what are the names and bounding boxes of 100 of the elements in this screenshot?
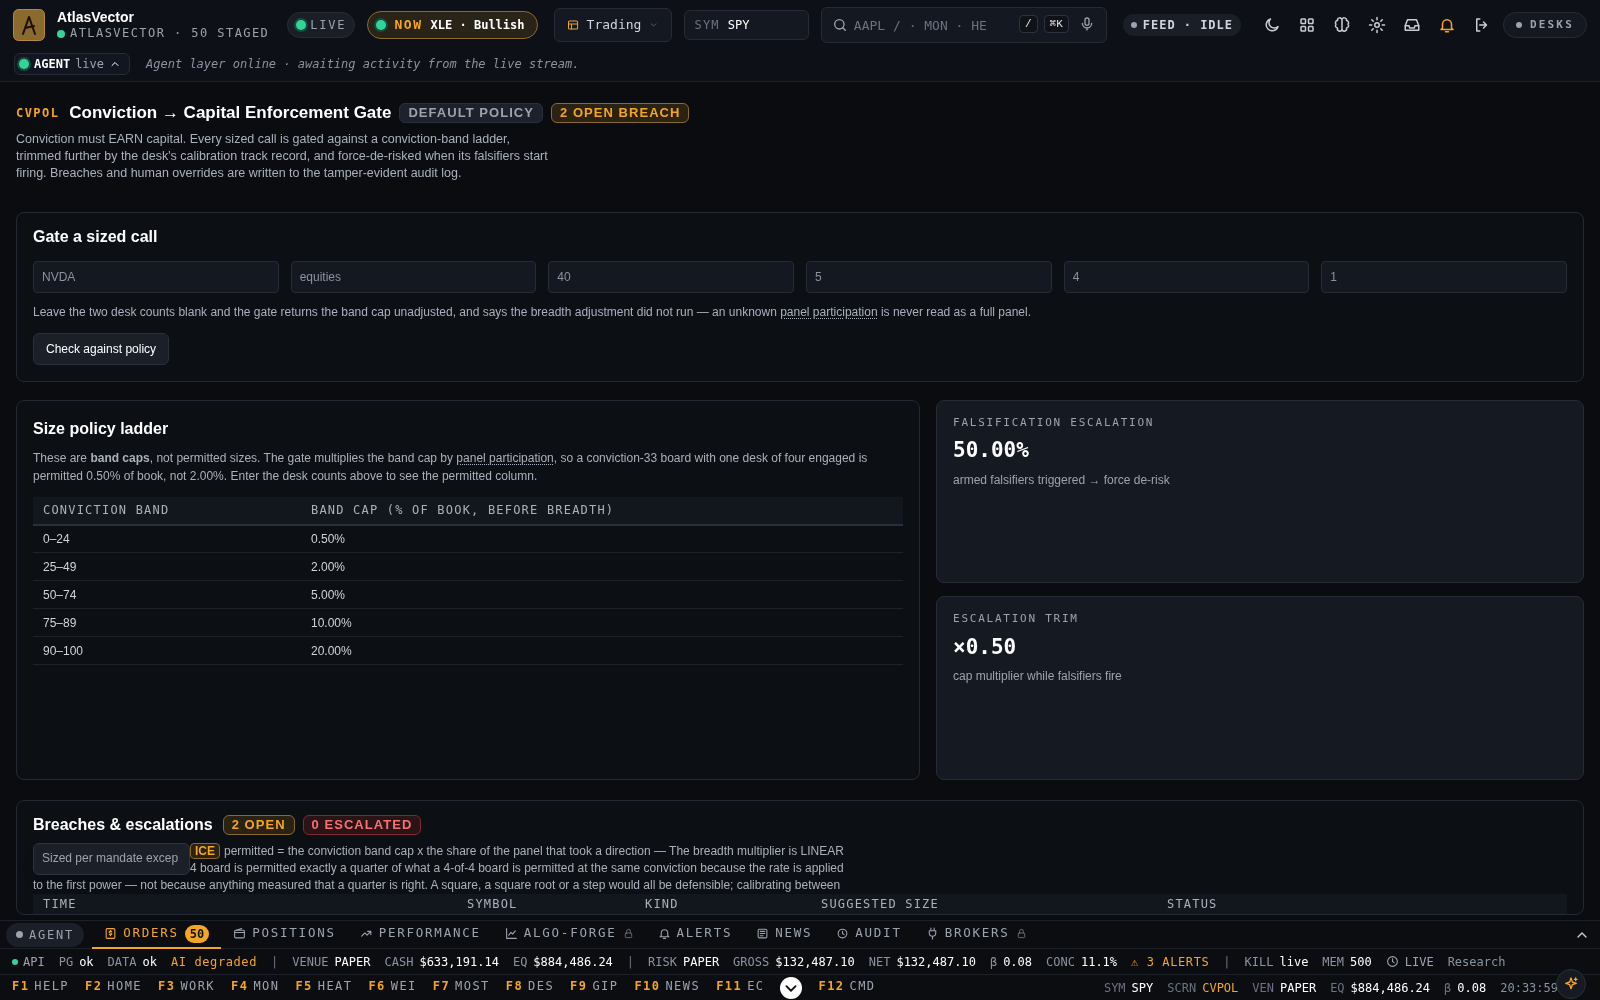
shortcut-key: / bbox=[1019, 15, 1038, 33]
input-field[interactable]: equities bbox=[290, 260, 537, 293]
function-key[interactable]: F4 MON bbox=[231, 977, 280, 999]
table-cell: 90–100 bbox=[33, 636, 301, 665]
page-description: Conviction must EARN capital. Every sized call is gated against a conviction-band ladder, trimmed further by the desk's calibration track record, and force-de-risked when its falsifiers start firing. Breaches and human overrides are written to the tamper-evident audit log. bbox=[16, 130, 549, 182]
bottom-tab[interactable]: ALERTS bbox=[645, 920, 745, 949]
now-signal-pill[interactable]: NOW XLE · Bullish bbox=[367, 11, 538, 39]
workspace-dropdown[interactable]: Trading bbox=[553, 8, 672, 42]
card-title: Size policy ladder bbox=[33, 418, 170, 439]
bottom-tab[interactable]: ALGO-FORGE bbox=[492, 920, 646, 949]
text-link[interactable]: panel participation bbox=[456, 450, 554, 465]
explanation-text: to the first power — not because anything measured that a quarter is right. A square, a square root or a step would all be defensible; calibrating between bbox=[33, 876, 842, 894]
status-item: KILL live bbox=[1244, 953, 1309, 971]
separator: | bbox=[626, 953, 635, 971]
input-field[interactable]: 1 bbox=[1321, 260, 1567, 293]
table-cell: 10.00% bbox=[301, 608, 903, 637]
scroll-down-button[interactable] bbox=[780, 977, 803, 999]
clock-icon bbox=[1385, 955, 1399, 968]
status-badge: ICE bbox=[190, 843, 220, 859]
moon-icon[interactable] bbox=[1262, 16, 1281, 34]
metric-label: ESCALATION TRIM bbox=[953, 611, 1080, 627]
bottom-tab[interactable]: BROKERS bbox=[913, 920, 1039, 949]
count-badge: 50 bbox=[184, 924, 210, 943]
status-item: β 0.08 bbox=[989, 953, 1033, 971]
function-key[interactable]: F3 WORK bbox=[158, 977, 216, 999]
metric-caption: armed falsifiers triggered → force de-risk bbox=[953, 471, 1171, 489]
sparkle-icon bbox=[1563, 976, 1579, 992]
status-item: CONC 11.1% bbox=[1046, 953, 1118, 971]
function-key[interactable]: F9 GIP bbox=[570, 977, 619, 999]
table-cell: 0–24 bbox=[33, 524, 301, 553]
input-field[interactable]: NVDA bbox=[33, 260, 279, 293]
status-item: EQ $884,486.24 bbox=[512, 953, 613, 971]
input-field[interactable]: 4 bbox=[1063, 260, 1310, 293]
tooltip: Sized per mandate excep bbox=[33, 842, 190, 875]
logo-icon[interactable] bbox=[13, 9, 45, 41]
bell-icon bbox=[657, 927, 671, 940]
status-badge: 2 OPEN BREACH bbox=[551, 102, 690, 123]
function-key[interactable]: F12 CMD bbox=[818, 977, 876, 999]
assistant-button[interactable] bbox=[1556, 969, 1586, 999]
status-item: PG ok bbox=[58, 953, 94, 971]
input-field[interactable]: 5 bbox=[806, 260, 1052, 293]
column-header: STATUS bbox=[1166, 895, 1219, 913]
dollar-icon bbox=[104, 927, 118, 940]
brain-icon[interactable] bbox=[1332, 16, 1351, 34]
api-status: API bbox=[12, 952, 45, 971]
function-key[interactable]: F7 MOST bbox=[432, 977, 490, 999]
status-item: CASH $633,191.14 bbox=[384, 953, 499, 971]
table-cell: 25–49 bbox=[33, 552, 301, 581]
warning-text: AI degraded bbox=[170, 953, 258, 971]
desks-button[interactable]: DESKS bbox=[1502, 12, 1587, 38]
status-badge: 0 ESCALATED bbox=[302, 814, 422, 835]
status-badge: DEFAULT POLICY bbox=[399, 102, 543, 123]
function-key[interactable]: F8 DES bbox=[505, 977, 555, 999]
function-key[interactable]: F1 HELP bbox=[12, 977, 69, 999]
explanation-text: 4 board is permitted exactly a quarter of what a 4-of-4 board is permitted at the same conviction because the rate is applied bbox=[190, 859, 844, 877]
status-item: DATA ok bbox=[107, 953, 157, 971]
chart-icon bbox=[504, 927, 518, 940]
metric-value: 50.00% bbox=[953, 437, 1030, 464]
metric-value: ×0.50 bbox=[953, 633, 1018, 661]
bottom-tab[interactable]: AUDIT bbox=[824, 920, 914, 949]
feed-status-pill[interactable]: FEED · IDLE bbox=[1122, 14, 1241, 36]
function-key[interactable]: F2 HOME bbox=[85, 977, 143, 999]
metric-caption: cap multiplier while falsifiers fire bbox=[953, 668, 1123, 685]
shortcut-key: ⌘K bbox=[1043, 15, 1069, 33]
separator: | bbox=[1223, 953, 1231, 971]
text-link[interactable]: panel participation bbox=[780, 304, 878, 319]
app-subtitle: ATLASVECTOR · 50 STAGED bbox=[70, 26, 270, 42]
card-title: Breaches & escalations bbox=[33, 814, 213, 835]
agent-button[interactable]: AGENT bbox=[6, 922, 85, 947]
column-header: CONVICTION BAND bbox=[33, 496, 301, 525]
grid-icon[interactable] bbox=[1297, 16, 1316, 34]
layout-icon bbox=[566, 17, 579, 33]
function-key[interactable]: F5 HEAT bbox=[295, 977, 353, 999]
column-header: BAND CAP (% OF BOOK, BEFORE BREADTH) bbox=[301, 496, 903, 525]
status-item: SCRN CVPOL bbox=[1167, 980, 1239, 997]
bottom-tab[interactable]: NEWS bbox=[744, 920, 825, 949]
bottom-tab[interactable]: POSITIONS bbox=[221, 920, 348, 949]
input-field[interactable]: 40 bbox=[548, 260, 794, 293]
inbox-icon[interactable] bbox=[1402, 16, 1421, 34]
clock-time: 20:33:59 bbox=[1500, 980, 1558, 997]
agent-toggle[interactable]: AGENT live bbox=[14, 53, 131, 75]
symbol-field[interactable]: SYM SPY bbox=[683, 10, 809, 40]
table-cell: 20.00% bbox=[301, 636, 903, 665]
status-item: EQ $884,486.24 bbox=[1330, 980, 1431, 997]
function-key[interactable]: F6 WEI bbox=[368, 977, 417, 999]
function-key[interactable]: F10 NEWS bbox=[634, 977, 701, 999]
status-item: MEM 500 bbox=[1322, 953, 1372, 971]
status-item: VENUE PAPER bbox=[292, 953, 371, 971]
agent-message: Agent layer online · awaiting activity from the live stream. bbox=[146, 56, 580, 73]
check-policy-button[interactable]: Check against policy bbox=[33, 332, 170, 365]
app-name: AtlasVector bbox=[57, 8, 136, 27]
search-icon bbox=[831, 17, 848, 33]
live-status-pill[interactable]: LIVE bbox=[287, 12, 356, 38]
notifications-icon[interactable] bbox=[1437, 16, 1456, 34]
status-text: Research bbox=[1447, 953, 1506, 971]
card-title: Gate a sized call bbox=[33, 226, 159, 247]
function-key[interactable]: F11 EC bbox=[716, 977, 765, 999]
bottom-tab[interactable]: ORDERS 50 bbox=[92, 920, 222, 949]
column-header: TIME bbox=[42, 895, 78, 913]
bottom-tab[interactable]: PERFORMANCE bbox=[347, 920, 493, 949]
